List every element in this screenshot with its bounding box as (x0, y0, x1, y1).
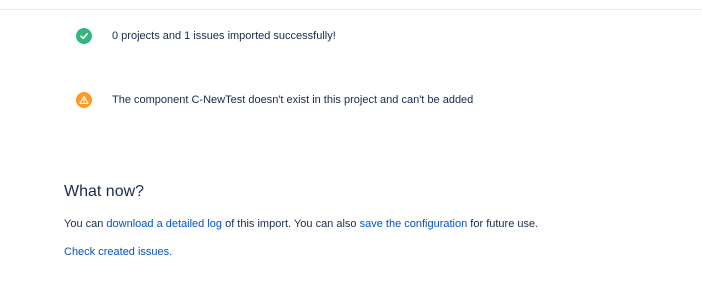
import-results-page: 0 projects and 1 issues imported success… (0, 0, 702, 299)
check-created-issues-link[interactable]: Check created issues. (64, 246, 172, 258)
next-steps-text: You can download a detailed log of this … (64, 216, 538, 232)
check-issues-line: Check created issues. (64, 244, 172, 260)
warning-message: The component C-NewTest doesn't exist in… (76, 92, 473, 108)
top-divider (0, 9, 702, 10)
next-steps-prefix: You can (64, 218, 107, 230)
warning-icon (76, 92, 92, 108)
success-message-text: 0 projects and 1 issues imported success… (112, 30, 336, 42)
download-log-link[interactable]: download a detailed log (106, 218, 222, 230)
next-steps-suffix: for future use. (467, 218, 539, 230)
success-message: 0 projects and 1 issues imported success… (76, 28, 336, 44)
warning-message-text: The component C-NewTest doesn't exist in… (112, 94, 474, 106)
save-configuration-link[interactable]: save the configuration (360, 218, 468, 230)
what-now-heading: What now? (64, 183, 145, 200)
check-circle-icon (76, 28, 92, 44)
next-steps-middle: of this import. You can also (222, 218, 360, 230)
